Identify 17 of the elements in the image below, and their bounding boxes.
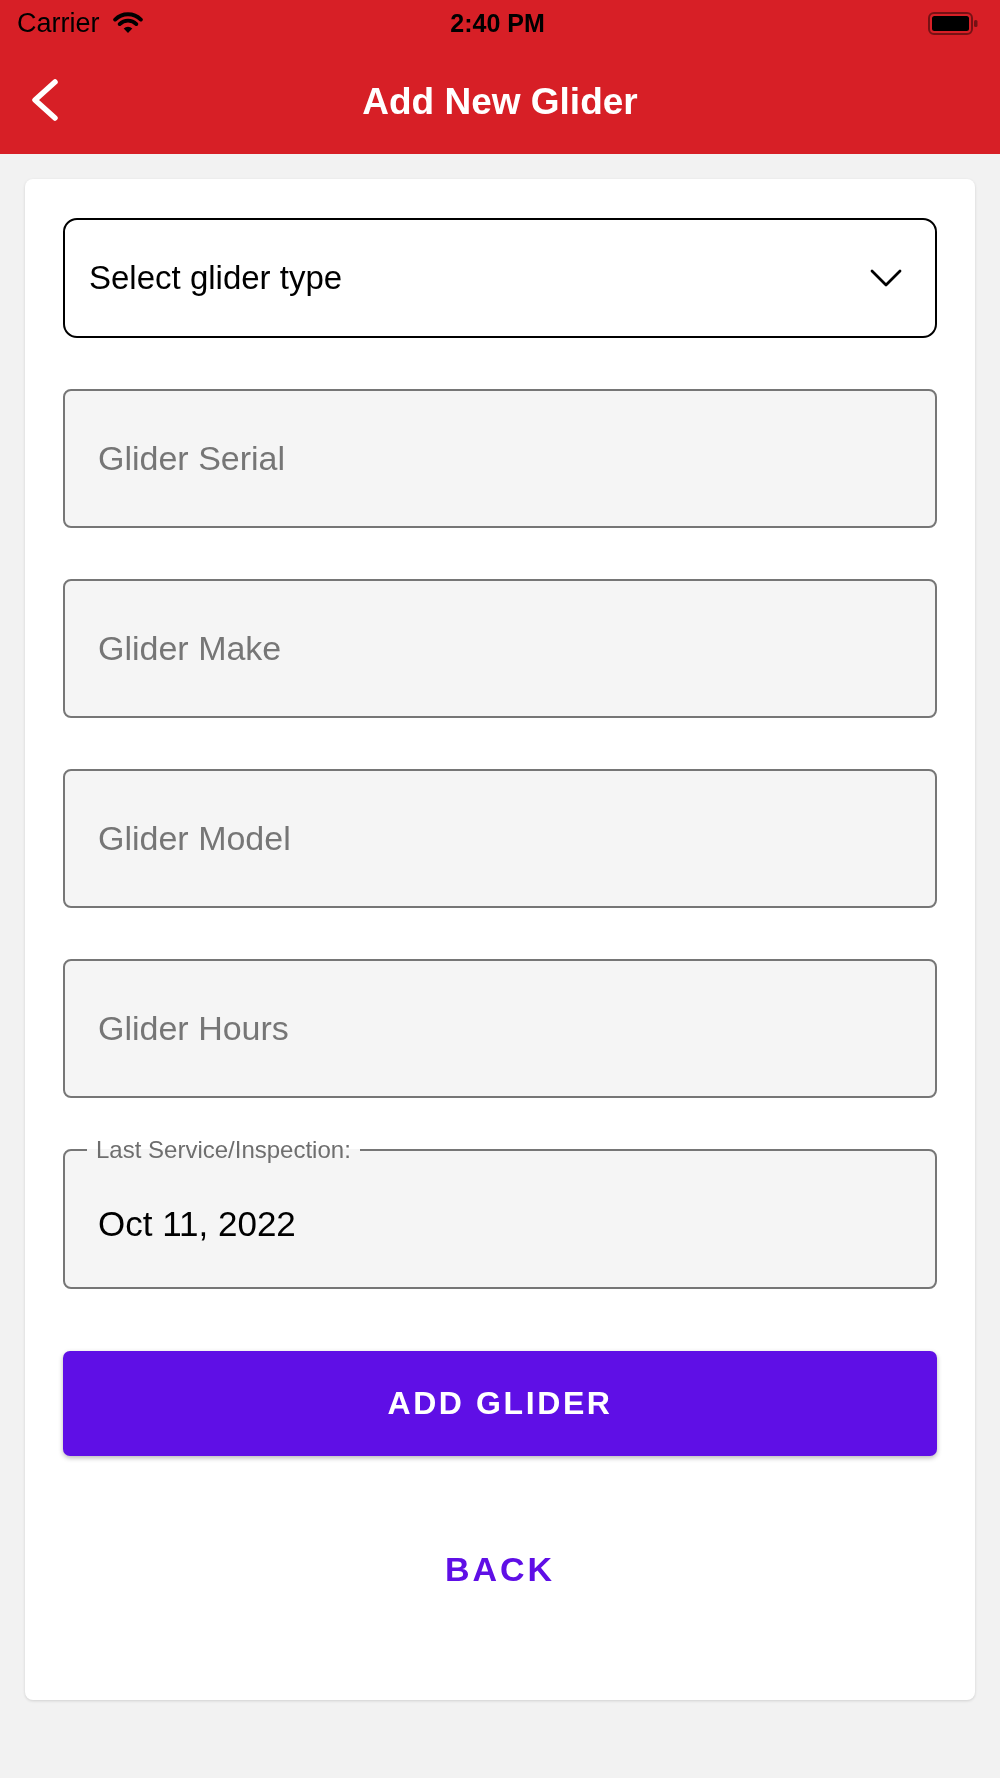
screen-title: Add New Glider bbox=[362, 79, 638, 124]
text-button[interactable]: BACK bbox=[63, 1517, 937, 1622]
text-field[interactable]: Glider Make bbox=[63, 579, 937, 718]
clock-time: 2:40 PM bbox=[450, 10, 545, 36]
back-button[interactable] bbox=[30, 78, 59, 122]
text-field[interactable]: Glider Hours bbox=[63, 959, 937, 1098]
date-value: Oct 11, 2022 bbox=[98, 1203, 296, 1244]
text-field[interactable]: Glider Serial bbox=[63, 389, 937, 528]
chevron-left-icon bbox=[30, 78, 59, 122]
wifi-icon bbox=[112, 12, 143, 34]
battery-icon bbox=[928, 11, 978, 35]
text-field[interactable]: Glider Model bbox=[63, 769, 937, 908]
glider-type-dropdown[interactable]: Select glider type bbox=[63, 218, 937, 338]
field-label: Last Service/Inspection: bbox=[95, 1136, 352, 1164]
carrier-label: Carrier bbox=[17, 9, 100, 37]
submit-button[interactable]: ADD GLIDER bbox=[63, 1351, 937, 1456]
chevron-down-icon bbox=[870, 269, 902, 287]
